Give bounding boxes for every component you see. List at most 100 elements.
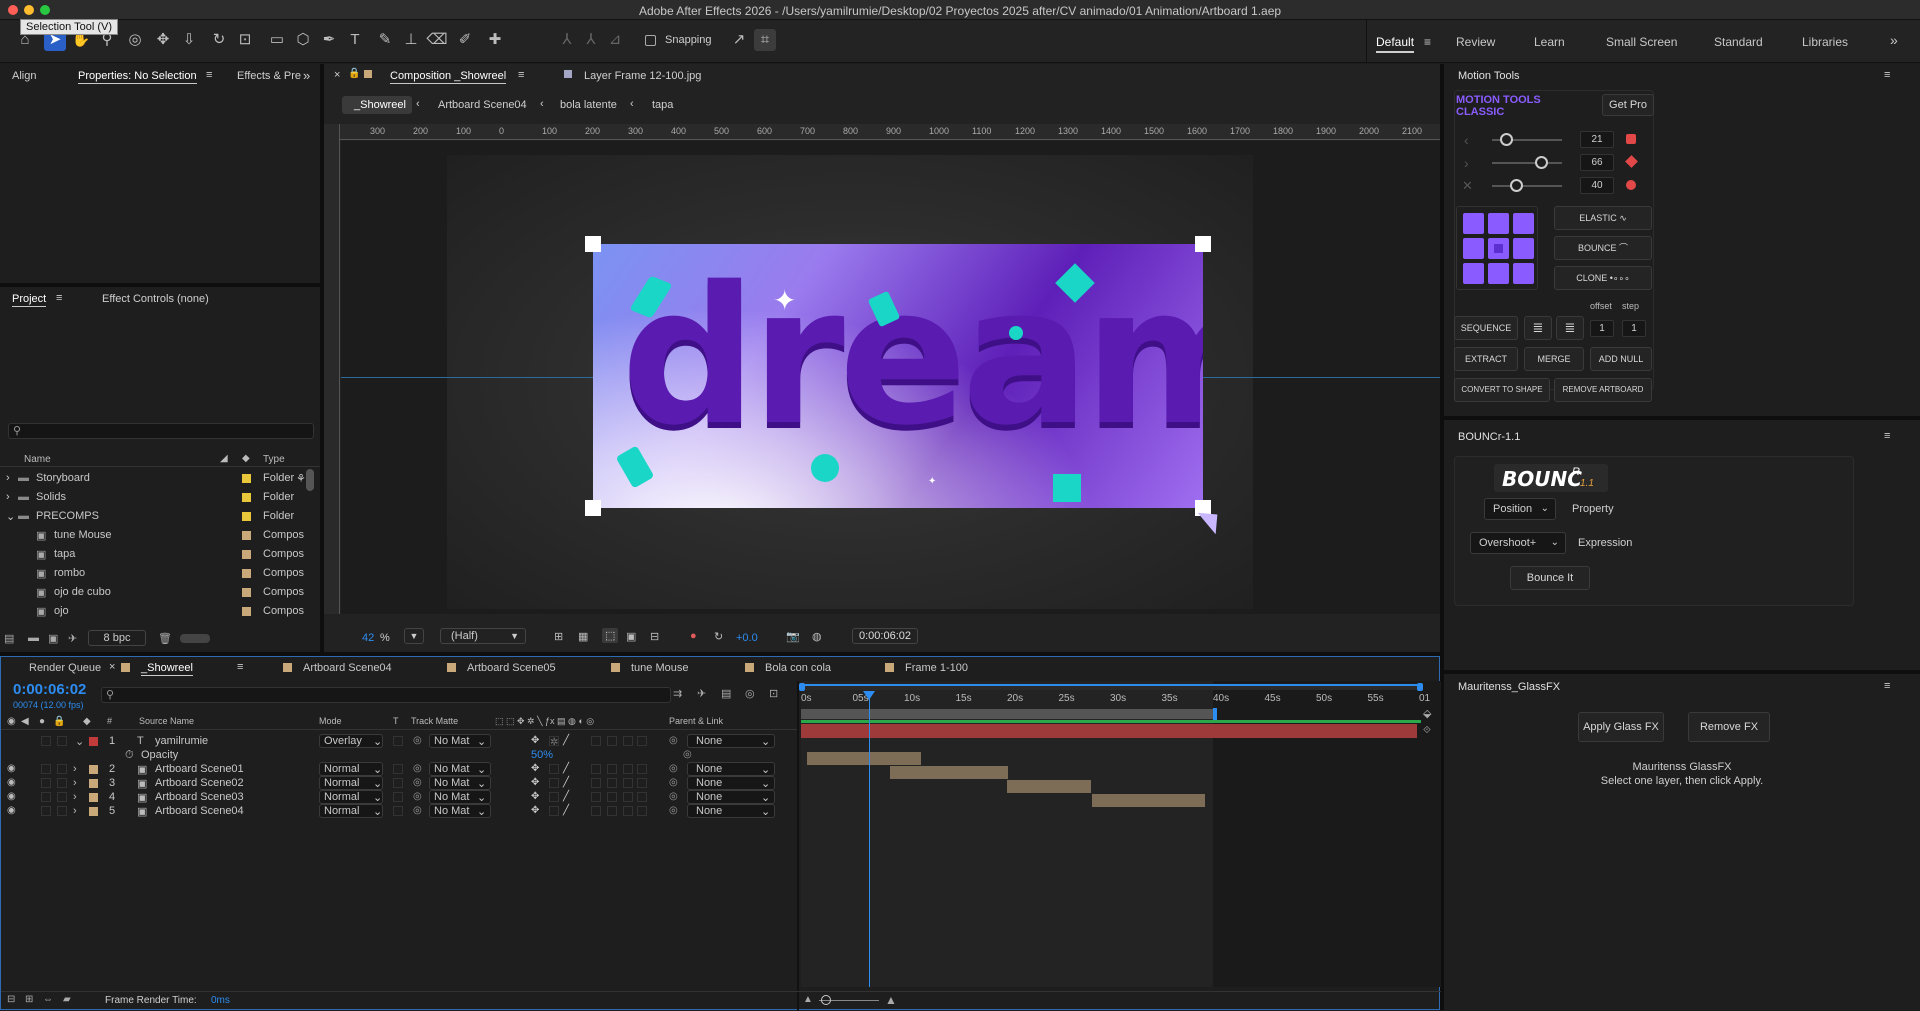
label-swatch[interactable] [242,531,251,540]
project-item[interactable]: › ▬ Solids Folder [0,488,320,507]
interpret-footage-icon[interactable]: ▤ [4,632,14,645]
project-item[interactable]: ⌄ ▬ PRECOMPS Folder [0,507,320,526]
transform-handle[interactable] [585,236,601,252]
merge-button[interactable]: MERGE [1524,347,1584,371]
quality-icon[interactable]: ╱ [563,805,569,816]
snap-edges-icon[interactable]: ↗ [728,29,750,51]
label-swatch[interactable] [242,550,251,559]
3d-box[interactable] [637,806,647,816]
navigator-start-handle[interactable] [799,683,805,691]
workspace-learn[interactable]: Learn [1534,35,1565,49]
snapping-checkbox[interactable] [645,35,656,46]
eye-icon[interactable]: ◉ [7,777,16,788]
axis-view-icon[interactable]: ⊿ [604,29,626,51]
axis-local-icon[interactable]: ⅄ [556,29,578,51]
close-tab-icon[interactable]: × [334,69,340,81]
project-item[interactable]: ▣ tune Mouse Compos [0,526,320,545]
collapse-switch-icon[interactable]: ✥ [531,805,539,816]
transform-handle[interactable] [585,500,601,516]
lock-box[interactable] [57,736,67,746]
collapse-switch-icon[interactable]: ✥ [531,791,539,802]
project-item[interactable]: › ▬ Storyboard Folder ⚘ [0,469,320,488]
close-tab-icon[interactable]: × [109,661,115,673]
panel-menu-icon[interactable]: ≡ [237,661,243,673]
layer-name[interactable]: Artboard Scene01 [155,763,244,775]
bounce-button[interactable]: BOUNCE ⌒ [1554,236,1652,260]
navigator-end-handle[interactable] [1417,683,1423,691]
anchor-point-cell[interactable] [1463,238,1484,259]
keyframe-square-icon[interactable] [1626,134,1636,144]
anchor-grid[interactable] [1456,206,1538,290]
keyframe-circle-icon[interactable] [1626,180,1636,190]
timeline-timecode[interactable]: 0:00:06:02 [13,681,86,698]
label-swatch[interactable] [242,569,251,578]
new-folder-icon[interactable]: ▬ [28,632,39,644]
label-swatch[interactable] [89,765,98,774]
3d-box[interactable] [637,778,647,788]
workspace-small-screen[interactable]: Small Screen [1606,35,1677,49]
breadcrumb-showreel[interactable]: _Showreel [354,99,406,111]
layer-name[interactable]: yamilrumie [155,735,208,747]
panel-menu-icon[interactable]: ≡ [1884,430,1890,442]
lock-box[interactable] [57,764,67,774]
label-swatch[interactable] [89,779,98,788]
reset-exposure-icon[interactable]: ↻ [714,630,723,643]
layer-name[interactable]: Artboard Scene02 [155,777,244,789]
breadcrumb-tapa[interactable]: tapa [652,99,673,111]
label-swatch[interactable] [242,474,251,483]
timeline-tab[interactable]: Render Queue [29,662,101,674]
puppet-pin-icon[interactable]: ✚ [484,29,506,51]
lock-box[interactable] [57,778,67,788]
label-swatch[interactable] [242,607,251,616]
transparency-grid-icon[interactable]: ▦ [578,630,588,643]
layer-end-icon[interactable]: ⟐ [1423,725,1431,736]
new-comp-icon[interactable]: ▣ [48,632,58,645]
clone-stamp-icon[interactable]: ⊥ [400,29,422,51]
clone-button[interactable]: CLONE •∘∘∘ [1554,266,1652,290]
toggle-modes-icon[interactable]: ⊞ [25,994,33,1005]
label-swatch[interactable] [242,512,251,521]
workspace-libraries[interactable]: Libraries [1802,35,1848,49]
parent-pickwhip-icon[interactable]: ◎ [669,805,678,816]
slider-3-value[interactable]: 40 [1580,177,1614,194]
expand-chevron-icon[interactable]: › [73,777,77,789]
quality-switch-icon[interactable] [549,778,559,788]
label-swatch[interactable] [242,493,251,502]
axis-world-icon[interactable]: ⅄ [580,29,602,51]
offset-input[interactable]: 1 [1590,320,1614,337]
eraser-tool-icon[interactable]: ⌫ [426,29,448,51]
rectangle-tool-icon[interactable]: ▭ [266,29,288,51]
quality-switch-icon[interactable] [549,764,559,774]
chevron-right-icon[interactable]: › [6,491,10,503]
anchor-point-cell[interactable] [1463,213,1484,234]
anchor-point-cell[interactable] [1488,238,1509,259]
render-icon[interactable]: ✈ [68,632,77,645]
slider-2-thumb[interactable] [1535,156,1548,169]
sequence-button[interactable]: SEQUENCE [1454,316,1518,340]
col-source-name[interactable]: Source Name [139,716,194,726]
collapse-switch-icon[interactable]: ✥ [531,777,539,788]
anchor-point-cell[interactable] [1463,263,1484,284]
property-dropdown[interactable]: Position ⌄ [1484,498,1556,520]
elastic-button[interactable]: ELASTIC ∿ [1554,206,1652,230]
sequence-reverse-icon[interactable]: ≣ [1556,316,1584,340]
workspace-menu-icon[interactable]: ≡ [1424,35,1431,49]
eye-icon[interactable]: ◉ [7,805,16,816]
quality-icon[interactable]: ╱ [563,777,569,788]
stopwatch-icon[interactable]: ⏱ [125,749,134,762]
tab-effect-controls[interactable]: Effect Controls (none) [102,293,209,305]
motion-blur-box[interactable] [607,764,617,774]
region-of-interest-icon[interactable]: ▣ [626,630,636,643]
brush-tool-icon[interactable]: ✎ [374,29,396,51]
parent-pickwhip-icon[interactable]: ◎ [669,791,678,802]
fx-box[interactable] [591,778,601,788]
get-pro-button[interactable]: Get Pro [1602,94,1654,116]
sort-icon[interactable]: ◢ [220,453,228,464]
expand-chevron-icon[interactable]: › [73,763,77,775]
project-search-input[interactable]: ⚲ [8,423,314,439]
t-box[interactable] [393,792,403,802]
slider-1-thumb[interactable] [1500,133,1513,146]
solo-box[interactable] [41,806,51,816]
playhead[interactable] [869,691,870,987]
solo-box[interactable] [41,792,51,802]
